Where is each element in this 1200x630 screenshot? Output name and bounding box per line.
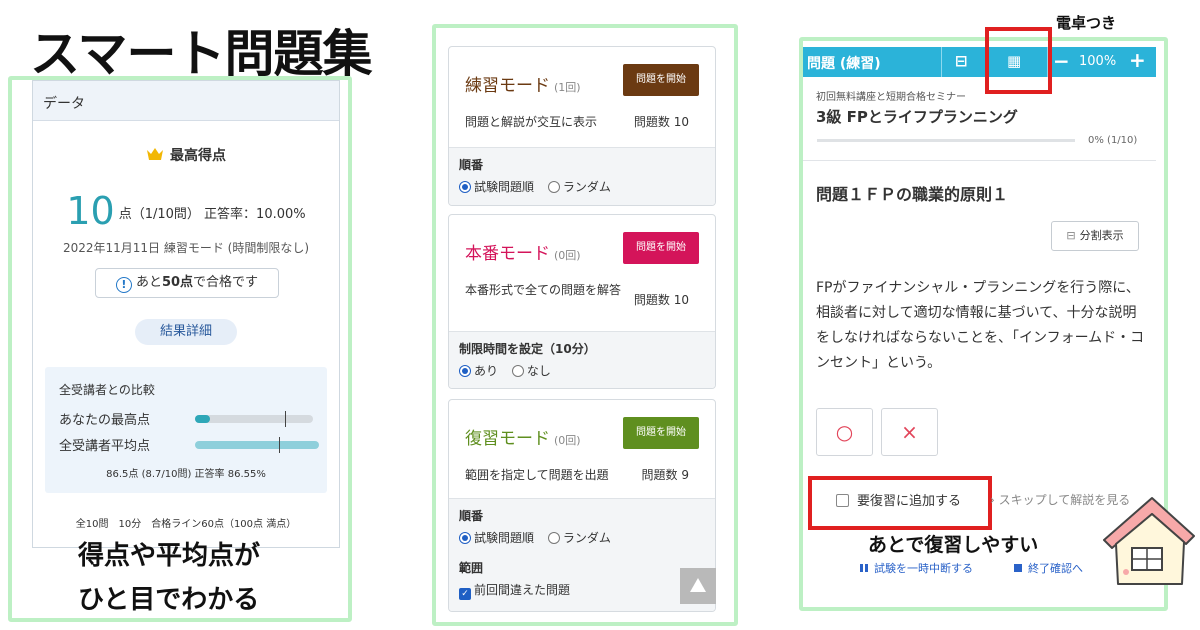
- course-title: 3級 FPとライフプランニング: [816, 108, 1018, 126]
- start-practice-button[interactable]: 問題を開始: [623, 64, 699, 96]
- radio-empty-icon: [511, 365, 524, 377]
- score-date: 2022年11月11日 練習モード (時間制限なし): [62, 241, 310, 255]
- question-count: 問題数 10: [633, 115, 689, 129]
- order-options: 順番 試験問題順 ランダム: [449, 147, 715, 205]
- question-text: FPがファイナンシャル・プランニングを行う際に、相談者に対して適切な情報に基づい…: [816, 280, 1145, 371]
- score-data-panel: データ 最高得点 10 点（1/10問） 正答率：10.00% 2022年11月1…: [32, 80, 340, 548]
- pass-line-marker: [284, 411, 286, 427]
- radio-empty-icon: [547, 181, 560, 193]
- start-exam-button[interactable]: 問題を開始: [623, 232, 699, 264]
- best-score-title: 最高得点: [33, 145, 339, 165]
- comparison-box: 全受講者との比較 あなたの最高点 全受講者平均点 86.5点 (8.7/10問)…: [45, 367, 327, 493]
- calculator-caption: 電卓つき: [1056, 14, 1117, 32]
- pass-line-marker: [278, 437, 280, 453]
- split-view-button[interactable]: ⊟ 分割表示: [1051, 221, 1139, 251]
- pause-exam-link[interactable]: 試験を一時中断する: [860, 560, 973, 576]
- panel-header: データ: [33, 81, 339, 121]
- start-review-button[interactable]: 問題を開始: [623, 417, 699, 449]
- radio-selected-icon: [459, 532, 471, 544]
- review-mode-card: 復習モード (0回) 問題を開始 範囲を指定して問題を出題 問題数 9 順番 試験…: [448, 399, 716, 612]
- question-toolbar: 問題 (練習) ⊟ ▦ − 100% +: [803, 47, 1156, 77]
- best-score: 10 点（1/10問） 正答率：10.00%: [66, 189, 306, 233]
- zoom-level: 100%: [1079, 54, 1117, 69]
- highlight-calculator: [985, 27, 1052, 94]
- range-checkbox-wrong[interactable]: ✓ 前回間違えた問題: [459, 581, 570, 600]
- course-category: 初回無料講座と短期合格セミナー: [816, 92, 966, 103]
- mode-title: 練習モード (1回): [465, 76, 581, 96]
- finish-confirm-link[interactable]: 終了確認へ: [1014, 560, 1083, 576]
- mode-description: 範囲を指定して問題を出題: [465, 468, 609, 482]
- mode-title: 復習モード (0回): [465, 429, 581, 449]
- radio-random[interactable]: ランダム: [547, 531, 611, 545]
- radio-time-limit-off[interactable]: なし: [511, 364, 551, 378]
- average-note: 86.5点 (8.7/10問) 正答率 86.55%: [106, 469, 266, 480]
- split-view-icon[interactable]: ⊟: [955, 52, 968, 70]
- comparison-title: 全受講者との比較: [59, 383, 155, 397]
- zoom-in-icon[interactable]: +: [1129, 48, 1146, 72]
- your-best-bar: [195, 411, 313, 427]
- progress-text: 0% (1/10): [1088, 135, 1138, 146]
- question-title: 問題１ＦＰの職業的原則１: [816, 185, 1009, 204]
- scroll-to-top-button[interactable]: [680, 568, 716, 604]
- mode-description: 問題と解説が交互に表示: [465, 115, 598, 129]
- split-icon: ⊟: [1066, 229, 1076, 242]
- zoom-out-icon[interactable]: −: [1053, 49, 1070, 73]
- radio-selected-icon: [459, 181, 471, 193]
- radio-empty-icon: [547, 532, 560, 544]
- caption-left: 得点や平均点が ひと目でわかる: [78, 541, 261, 615]
- crown-icon: [147, 148, 163, 160]
- time-limit-options: 制限時間を設定（10分） あり なし: [449, 331, 715, 388]
- mode-title: 本番モード (0回): [465, 244, 581, 264]
- score-detail: （1/10問） 正答率：10.00%: [131, 207, 306, 222]
- average-fill: [195, 441, 319, 449]
- score-value: 10: [66, 189, 115, 233]
- result-detail-button[interactable]: 結果詳細: [135, 319, 237, 345]
- answer-true-button[interactable]: ○: [816, 408, 873, 456]
- average-bar: [195, 437, 337, 453]
- radio-selected-icon: [459, 365, 471, 377]
- toolbar-title: 問題 (練習): [807, 56, 881, 72]
- radio-time-limit-on[interactable]: あり: [459, 364, 498, 378]
- average-label: 全受講者平均点: [59, 439, 151, 454]
- checkbox-checked-icon: ✓: [459, 588, 471, 600]
- pause-icon: [860, 564, 863, 572]
- question-count: 問題数 10: [633, 293, 689, 307]
- radio-exam-order[interactable]: 試験問題順: [459, 531, 534, 545]
- info-icon: !: [115, 277, 132, 293]
- radio-exam-order[interactable]: 試験問題順: [459, 180, 534, 194]
- progress-bar: [817, 139, 1075, 142]
- caption-right: あとで復習しやすい: [868, 534, 1039, 556]
- exam-summary: 全10問 10分 合格ライン60点（100点 満点）: [75, 519, 297, 530]
- mode-description: 本番形式で全ての問題を解答: [465, 283, 622, 297]
- question-count: 問題数 9: [641, 468, 689, 482]
- pass-message: ! あと50点で合格です: [95, 268, 279, 298]
- your-best-label: あなたの最高点: [59, 413, 151, 428]
- answer-false-button[interactable]: ×: [881, 408, 938, 456]
- your-best-fill: [195, 415, 211, 423]
- exam-mode-card: 本番モード (0回) 問題を開始 本番形式で全ての問題を解答 問題数 10 制限時…: [448, 214, 716, 389]
- review-options: 順番 試験問題順 ランダム 範囲 ✓ 前回間違えた問題: [449, 498, 715, 611]
- practice-mode-card: 練習モード (1回) 問題を開始 問題と解説が交互に表示 問題数 10 順番 試験…: [448, 46, 716, 206]
- radio-random[interactable]: ランダム: [547, 180, 611, 194]
- stop-icon: [1014, 564, 1022, 572]
- highlight-review: [808, 476, 992, 530]
- house-illustration-icon: [1103, 497, 1195, 585]
